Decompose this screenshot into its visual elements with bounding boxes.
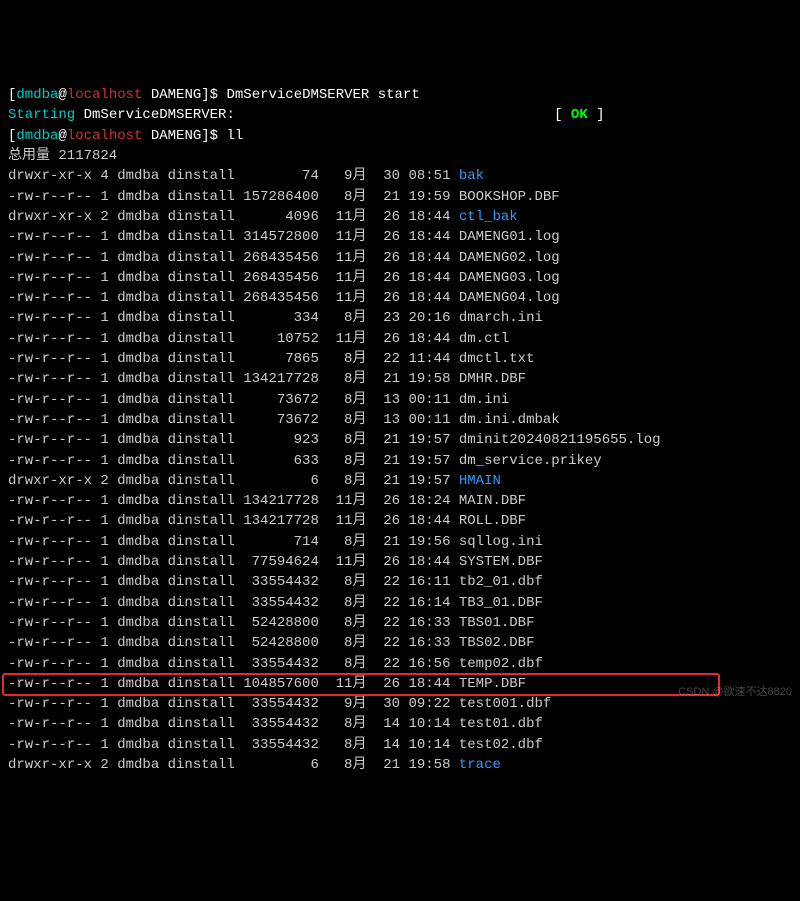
file-name: test01.dbf bbox=[459, 716, 543, 732]
command: ll bbox=[226, 128, 243, 144]
file-row: -rw-r--r-- 1 dmdba dinstall 33554432 8月 … bbox=[8, 654, 792, 674]
file-row: -rw-r--r-- 1 dmdba dinstall 134217728 11… bbox=[8, 511, 792, 531]
file-name: dm.ini.dmbak bbox=[459, 412, 560, 428]
command: DmServiceDMSERVER start bbox=[226, 87, 419, 103]
file-row: -rw-r--r-- 1 dmdba dinstall 33554432 8月 … bbox=[8, 714, 792, 734]
file-row: -rw-r--r-- 1 dmdba dinstall 104857600 11… bbox=[8, 674, 792, 694]
watermark: CSDN @欲速不达8820 bbox=[678, 685, 792, 701]
file-name: dmctl.txt bbox=[459, 351, 535, 367]
file-name: dm.ini bbox=[459, 392, 509, 408]
file-row: -rw-r--r-- 1 dmdba dinstall 10752 11月 26… bbox=[8, 329, 792, 349]
file-row: -rw-r--r-- 1 dmdba dinstall 134217728 11… bbox=[8, 491, 792, 511]
prompt-line[interactable]: [dmdba@localhost DAMENG]$ ll bbox=[8, 126, 792, 146]
file-name: dminit20240821195655.log bbox=[459, 432, 661, 448]
file-row: drwxr-xr-x 2 dmdba dinstall 6 8月 21 19:5… bbox=[8, 471, 792, 491]
file-name: tb2_01.dbf bbox=[459, 574, 543, 590]
file-row: -rw-r--r-- 1 dmdba dinstall 157286400 8月… bbox=[8, 187, 792, 207]
file-row: -rw-r--r-- 1 dmdba dinstall 314572800 11… bbox=[8, 227, 792, 247]
file-row: -rw-r--r-- 1 dmdba dinstall 334 8月 23 20… bbox=[8, 308, 792, 328]
total-line: 总用量 2117824 bbox=[8, 146, 792, 166]
status-line: Starting DmServiceDMSERVER: [ OK ] bbox=[8, 105, 792, 125]
file-name: TEMP.DBF bbox=[459, 676, 526, 692]
file-name: dm_service.prikey bbox=[459, 453, 602, 469]
file-name: test001.dbf bbox=[459, 696, 551, 712]
file-name: DAMENG01.log bbox=[459, 229, 560, 245]
file-row: -rw-r--r-- 1 dmdba dinstall 33554432 8月 … bbox=[8, 735, 792, 755]
file-row: -rw-r--r-- 1 dmdba dinstall 52428800 8月 … bbox=[8, 613, 792, 633]
file-row: -rw-r--r-- 1 dmdba dinstall 268435456 11… bbox=[8, 248, 792, 268]
file-row: -rw-r--r-- 1 dmdba dinstall 33554432 9月 … bbox=[8, 694, 792, 714]
file-name: MAIN.DBF bbox=[459, 493, 526, 509]
file-row: -rw-r--r-- 1 dmdba dinstall 7865 8月 22 1… bbox=[8, 349, 792, 369]
file-name: dm.ctl bbox=[459, 331, 509, 347]
file-row: -rw-r--r-- 1 dmdba dinstall 73672 8月 13 … bbox=[8, 410, 792, 430]
file-row: drwxr-xr-x 2 dmdba dinstall 6 8月 21 19:5… bbox=[8, 755, 792, 775]
file-name: sqllog.ini bbox=[459, 534, 543, 550]
file-name: test02.dbf bbox=[459, 737, 543, 753]
file-row: drwxr-xr-x 4 dmdba dinstall 74 9月 30 08:… bbox=[8, 166, 792, 186]
file-row: drwxr-xr-x 2 dmdba dinstall 4096 11月 26 … bbox=[8, 207, 792, 227]
file-name: trace bbox=[459, 757, 501, 773]
file-name: ctl_bak bbox=[459, 209, 518, 225]
file-name: HMAIN bbox=[459, 473, 501, 489]
file-row: -rw-r--r-- 1 dmdba dinstall 923 8月 21 19… bbox=[8, 430, 792, 450]
file-name: SYSTEM.DBF bbox=[459, 554, 543, 570]
file-row: -rw-r--r-- 1 dmdba dinstall 268435456 11… bbox=[8, 268, 792, 288]
file-name: temp02.dbf bbox=[459, 656, 543, 672]
file-row: -rw-r--r-- 1 dmdba dinstall 714 8月 21 19… bbox=[8, 532, 792, 552]
file-row: -rw-r--r-- 1 dmdba dinstall 52428800 8月 … bbox=[8, 633, 792, 653]
file-row: -rw-r--r-- 1 dmdba dinstall 33554432 8月 … bbox=[8, 593, 792, 613]
file-name: BOOKSHOP.DBF bbox=[459, 189, 560, 205]
file-name: TBS01.DBF bbox=[459, 615, 535, 631]
file-name: DMHR.DBF bbox=[459, 371, 526, 387]
file-row: -rw-r--r-- 1 dmdba dinstall 633 8月 21 19… bbox=[8, 451, 792, 471]
file-row: -rw-r--r-- 1 dmdba dinstall 134217728 8月… bbox=[8, 369, 792, 389]
file-name: TBS02.DBF bbox=[459, 635, 535, 651]
terminal-output: [dmdba@localhost DAMENG]$ DmServiceDMSER… bbox=[8, 85, 792, 775]
file-name: DAMENG04.log bbox=[459, 290, 560, 306]
file-name: DAMENG03.log bbox=[459, 270, 560, 286]
file-row: -rw-r--r-- 1 dmdba dinstall 73672 8月 13 … bbox=[8, 390, 792, 410]
file-name: bak bbox=[459, 168, 484, 184]
file-row: -rw-r--r-- 1 dmdba dinstall 77594624 11月… bbox=[8, 552, 792, 572]
file-row: -rw-r--r-- 1 dmdba dinstall 268435456 11… bbox=[8, 288, 792, 308]
prompt-line[interactable]: [dmdba@localhost DAMENG]$ DmServiceDMSER… bbox=[8, 85, 792, 105]
file-row: -rw-r--r-- 1 dmdba dinstall 33554432 8月 … bbox=[8, 572, 792, 592]
file-name: TB3_01.DBF bbox=[459, 595, 543, 611]
file-name: dmarch.ini bbox=[459, 310, 543, 326]
file-name: DAMENG02.log bbox=[459, 250, 560, 266]
file-name: ROLL.DBF bbox=[459, 513, 526, 529]
